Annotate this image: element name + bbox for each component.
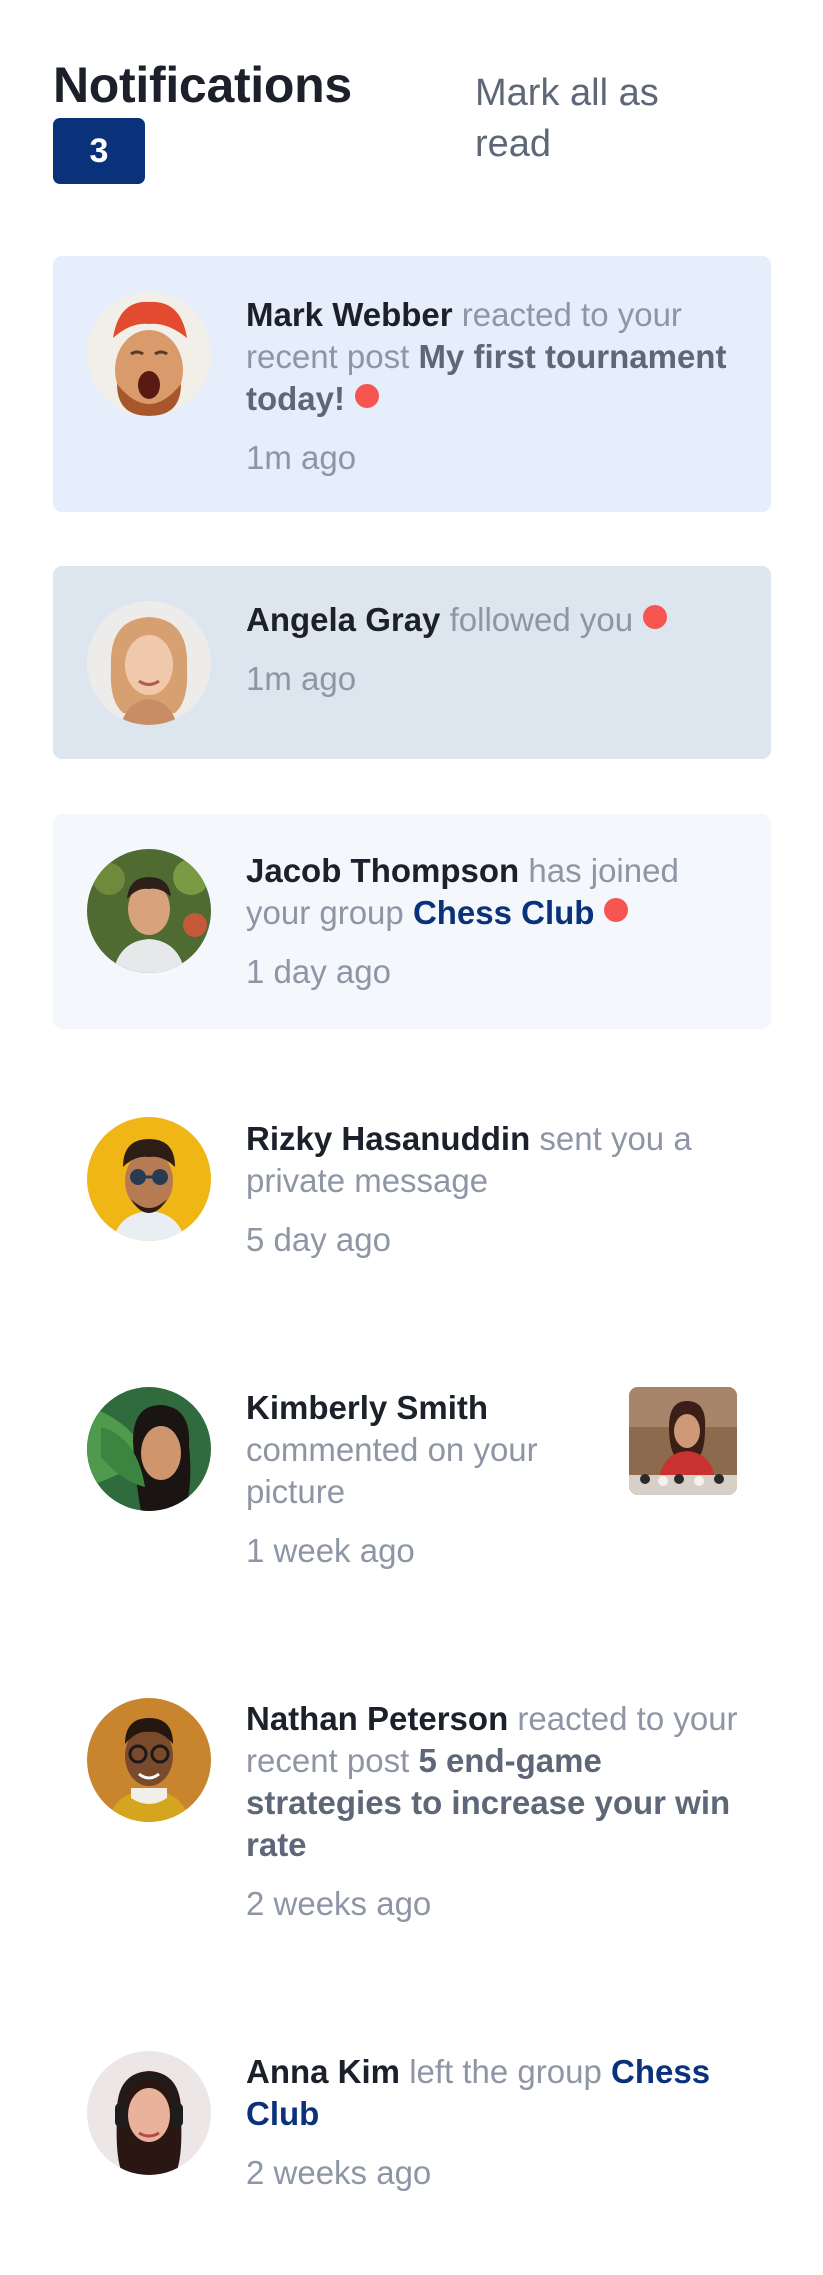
notification-content: Nathan Peterson reacted to your recent p… [246,1698,741,1925]
user-name[interactable]: Nathan Peterson [246,1700,508,1737]
unread-dot-icon [604,898,629,922]
notification-content: Angela Gray followed you 1m ago [246,599,741,700]
avatar-kimberly-smith[interactable] [87,1387,211,1511]
notification-action: followed you [449,601,634,638]
notification-item-kimberly-smith[interactable]: Kimberly Smith commented on your picture… [53,1351,771,1609]
unread-count-badge: 3 [53,118,145,184]
notification-time: 5 day ago [246,1221,391,1258]
user-name[interactable]: Rizky Hasanuddin [246,1120,530,1157]
notification-time: 2 weeks ago [246,1885,432,1922]
notification-item-angela-gray[interactable]: Angela Gray followed you 1m ago [53,566,771,759]
notification-time: 1m ago [246,439,357,476]
notification-time: 1m ago [246,660,357,697]
notification-message: Kimberly Smith commented on your picture [246,1387,616,1513]
avatar-mark-webber[interactable] [87,292,211,416]
notification-content: Kimberly Smith commented on your picture… [246,1387,616,1572]
notification-message: Nathan Peterson reacted to your recent p… [246,1698,741,1866]
notification-time: 1 day ago [246,953,391,990]
unread-dot-icon [643,605,668,629]
avatar-anna-kim[interactable] [87,2051,211,2175]
group-link[interactable]: Chess Club [413,894,595,931]
notification-message: Angela Gray followed you [246,599,741,641]
notification-content: Anna Kim left the group Chess Club 2 wee… [246,2051,741,2194]
notification-time: 1 week ago [246,1532,415,1569]
avatar-angela-gray[interactable] [87,601,211,725]
avatar-jacob-thompson[interactable] [87,849,211,973]
notifications-header: Notifications 3 Mark all as read [53,52,770,192]
notification-item-rizky-hasanuddin[interactable]: Rizky Hasanuddin sent you a private mess… [53,1082,771,1298]
mark-all-as-read-button[interactable]: Mark all as read [475,68,715,170]
unread-dot-icon [355,384,379,408]
notification-action: left the group [409,2053,602,2090]
notification-item-anna-kim[interactable]: Anna Kim left the group Chess Club 2 wee… [53,2015,771,2231]
user-name[interactable]: Jacob Thompson [246,852,519,889]
notification-time: 2 weeks ago [246,2154,432,2191]
notification-content: Jacob Thompson has joined your group Che… [246,850,741,993]
user-name[interactable]: Angela Gray [246,601,440,638]
notification-action: commented on your picture [246,1431,538,1510]
notification-item-nathan-peterson[interactable]: Nathan Peterson reacted to your recent p… [53,1662,771,1962]
avatar-nathan-peterson[interactable] [87,1698,211,1822]
notifications-page: Notifications 3 Mark all as read Mark We… [0,0,823,2275]
user-name[interactable]: Kimberly Smith [246,1389,488,1426]
notification-message: Anna Kim left the group Chess Club [246,2051,741,2135]
user-name[interactable]: Mark Webber [246,296,453,333]
notification-message: Mark Webber reacted to your recent post … [246,294,741,420]
notification-item-mark-webber[interactable]: Mark Webber reacted to your recent post … [53,256,771,512]
notification-item-jacob-thompson[interactable]: Jacob Thompson has joined your group Che… [53,814,771,1029]
avatar-rizky-hasanuddin[interactable] [87,1117,211,1241]
notification-content: Mark Webber reacted to your recent post … [246,294,741,479]
page-title: Notifications [53,57,352,113]
commented-picture-thumbnail[interactable] [629,1387,737,1495]
user-name[interactable]: Anna Kim [246,2053,400,2090]
notification-message: Rizky Hasanuddin sent you a private mess… [246,1118,741,1202]
notification-content: Rizky Hasanuddin sent you a private mess… [246,1118,741,1261]
notification-message: Jacob Thompson has joined your group Che… [246,850,741,934]
